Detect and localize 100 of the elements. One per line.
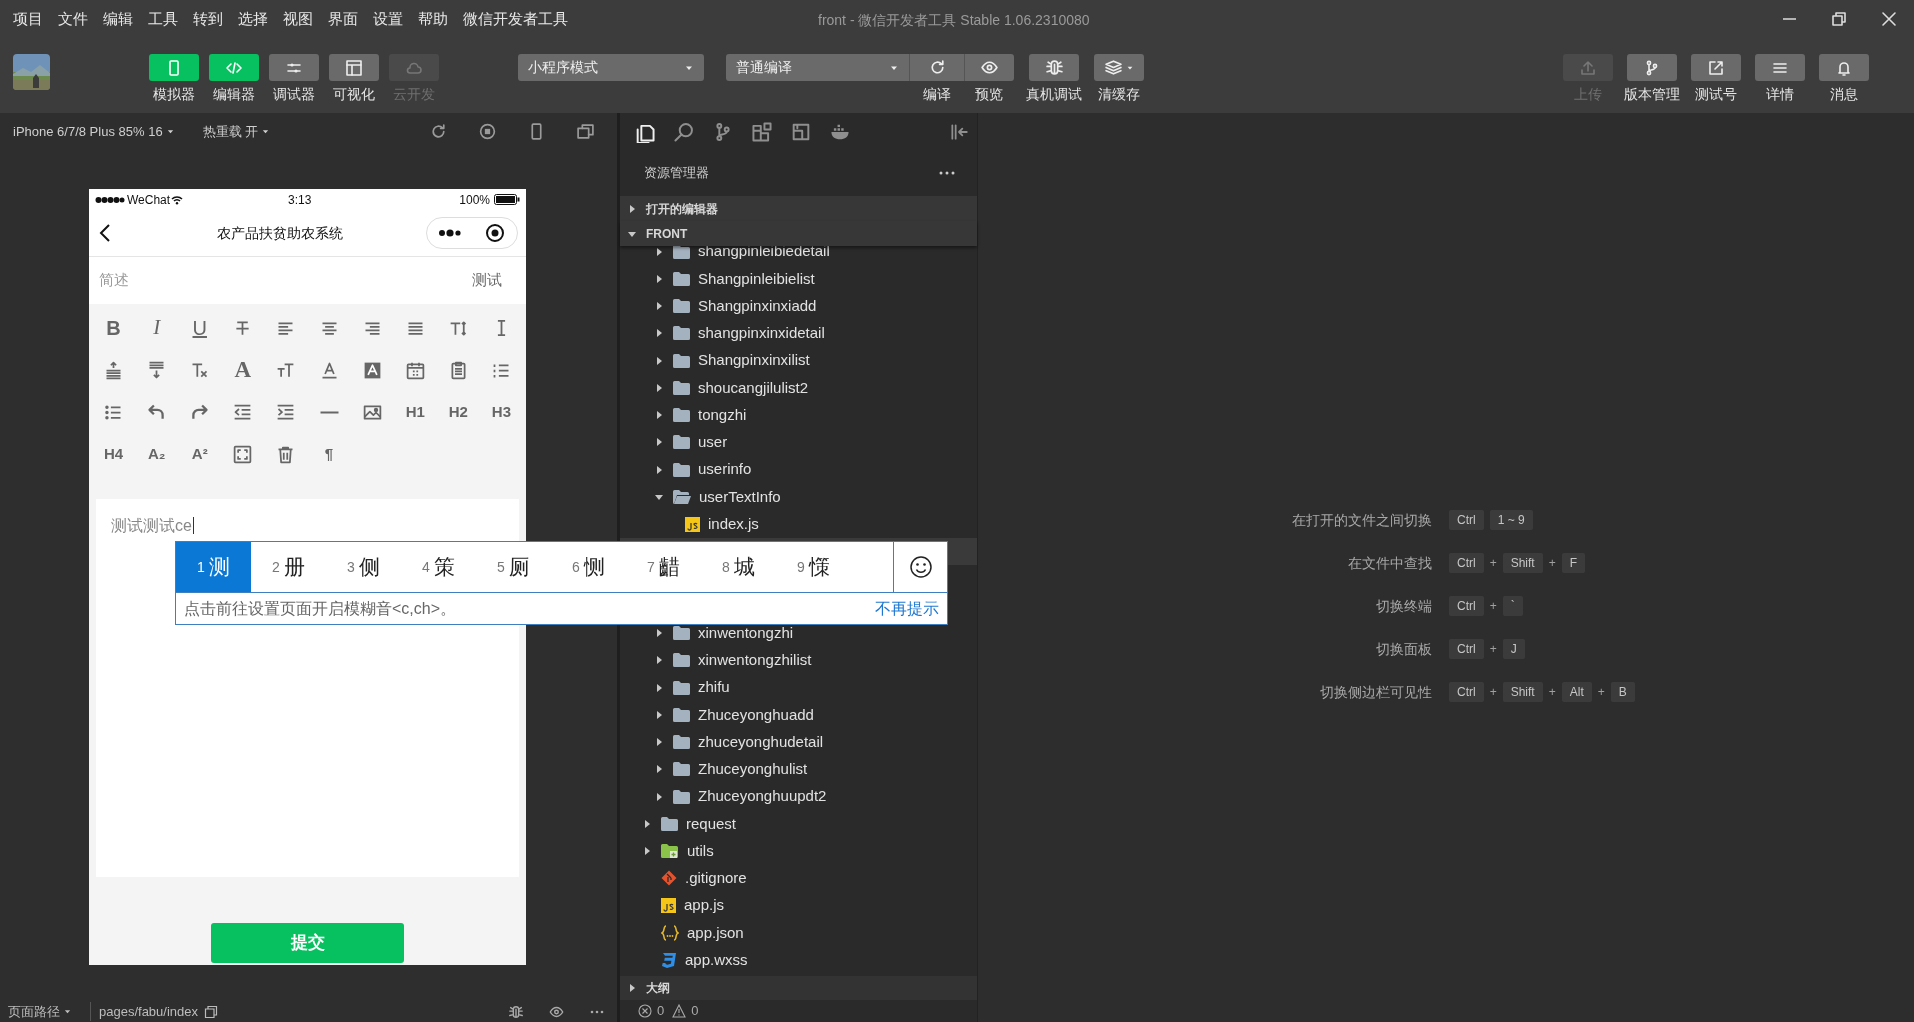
toolbar-button[interactable] (1691, 54, 1741, 81)
close-icon (1880, 10, 1898, 28)
signal-icon (95, 195, 125, 204)
device-dropdown[interactable]: iPhone 6/7/8 Plus 85% 16 (13, 121, 175, 142)
section-header[interactable]: FRONT (620, 221, 977, 246)
windows-icon[interactable] (576, 122, 595, 141)
key-label: Shift (1502, 553, 1543, 573)
menu-item[interactable]: 帮助 (418, 7, 448, 31)
file-tree-item[interactable]: xinwentongzhilist (620, 646, 977, 674)
file-tree-item[interactable]: Shangpinxinxilist (620, 347, 977, 375)
toolbar-button[interactable] (1755, 54, 1805, 81)
file-tree-item[interactable]: tongzhi (620, 401, 977, 429)
file-tree-item[interactable]: Shangpinxinxiadd (620, 292, 977, 320)
toolbar-button[interactable] (964, 54, 1014, 81)
file-tree-item[interactable]: app.js (620, 892, 977, 920)
file-tree-item[interactable]: xinwentongzhi (620, 619, 977, 647)
ime-candidate[interactable]: 9 憡 (776, 542, 851, 592)
menu-item[interactable]: 转到 (193, 7, 223, 31)
file-tree-item[interactable]: userinfo (620, 456, 977, 484)
file-tree-item[interactable]: user (620, 428, 977, 456)
file-tree-item[interactable]: index.js (620, 510, 977, 538)
toolbar-button[interactable] (1029, 54, 1079, 81)
menu-item[interactable]: 视图 (283, 7, 313, 31)
battery-icon (494, 194, 520, 205)
dismiss-link[interactable]: 不再提示 (875, 596, 939, 621)
minimize-icon (1782, 18, 1796, 20)
menu-item[interactable]: 文件 (58, 7, 88, 31)
format-button[interactable]: A (221, 349, 265, 391)
page-path-dropdown[interactable]: 页面路径 (8, 1001, 72, 1022)
menu-item[interactable]: 项目 (13, 7, 43, 31)
refresh-icon[interactable] (429, 122, 448, 141)
extensions-icon[interactable] (751, 120, 773, 143)
layers-icon (1104, 58, 1123, 77)
hot-reload-dropdown[interactable]: 热重载 开 (202, 121, 271, 142)
toolbar-button[interactable] (1094, 54, 1144, 81)
field-label: 简述 (99, 270, 129, 291)
toolbar-button[interactable] (909, 54, 964, 81)
file-tree-item[interactable]: app.json (620, 919, 977, 947)
file-tree-item[interactable]: shangpinxinxidetail (620, 319, 977, 347)
search-icon[interactable] (673, 120, 695, 143)
section-header[interactable]: 大纲 (620, 976, 977, 1000)
file-tree-item[interactable]: Zhuceyonghuadd (620, 701, 977, 729)
toolbar-label: 测试号 (1695, 85, 1737, 104)
folder-icon (673, 626, 690, 641)
copy-icon[interactable] (204, 1004, 219, 1019)
file-tree-item[interactable]: shoucangjilulist2 (620, 374, 977, 402)
format-button[interactable]: A² (178, 433, 222, 475)
compile-dropdown[interactable]: 普通编译 (726, 54, 909, 81)
section-header[interactable]: 打开的编辑器 (620, 196, 977, 221)
menu-item[interactable]: 微信开发者工具 (463, 7, 568, 31)
toolbar-button[interactable] (1627, 54, 1677, 81)
menu-item[interactable]: 界面 (328, 7, 358, 31)
toolbar-button[interactable] (1819, 54, 1869, 81)
format-button[interactable]: I (135, 307, 179, 349)
file-tree-item[interactable]: userTextInfo (620, 483, 977, 511)
mode-button[interactable] (269, 54, 319, 81)
horizontal-rule-icon (319, 410, 339, 414)
folder-icon (673, 326, 690, 341)
ime-candidate[interactable]: 8 城 (701, 542, 776, 592)
file-tree-item[interactable]: zhifu (620, 674, 977, 702)
file-tree-item[interactable]: zhuceyonghudetail (620, 728, 977, 756)
page-path: pages/fabu/index (90, 1001, 199, 1022)
key-label: Ctrl (1449, 596, 1484, 616)
ime-candidate[interactable]: 2 册 (251, 542, 326, 592)
format-button[interactable]: H4 (92, 433, 136, 475)
menu-item[interactable]: 编辑 (103, 7, 133, 31)
bug-icon[interactable] (508, 1003, 524, 1020)
back-icon[interactable] (99, 223, 111, 243)
menu-item[interactable]: 设置 (373, 7, 403, 31)
menu-item[interactable]: 选择 (238, 7, 268, 31)
format-button[interactable]: B (92, 307, 136, 349)
file-tree-item[interactable]: Shangpinleibielist (620, 265, 977, 293)
file-tree-item[interactable]: utils (620, 837, 977, 865)
ime-candidate[interactable]: 7 齰 (626, 542, 701, 592)
ime-candidate[interactable]: 6 恻 (551, 542, 626, 592)
file-tree-item[interactable]: app.wxss (620, 946, 977, 974)
mode-label: 调试器 (273, 85, 315, 104)
collapse-icon[interactable] (949, 121, 969, 142)
menu-item[interactable]: 工具 (148, 7, 178, 31)
format-button[interactable]: H2 (436, 391, 480, 433)
file-tree-item[interactable]: shangpinleibiedetail (620, 246, 977, 266)
plus-sign: + (1489, 555, 1497, 572)
file-tree-item[interactable]: request (620, 810, 977, 838)
format-button[interactable]: H3 (479, 391, 523, 433)
ime-candidate[interactable]: 3 侧 (326, 542, 401, 592)
folder-icon (673, 789, 690, 804)
more-icon[interactable] (939, 171, 955, 175)
format-button[interactable]: H1 (393, 391, 437, 433)
file-tree-item[interactable]: Zhuceyonghulist (620, 755, 977, 783)
mode-dropdown[interactable]: 小程序模式 (518, 54, 704, 81)
mode-button[interactable] (329, 54, 379, 81)
format-button[interactable]: U (178, 307, 222, 349)
ime-candidate[interactable]: 4 策 (401, 542, 476, 592)
stop-icon[interactable] (478, 122, 497, 141)
file-tree-item[interactable]: Zhuceyonghuupdt2 (620, 783, 977, 811)
format-button[interactable]: A₂ (135, 433, 179, 475)
file-tree-item[interactable]: .gitignore (620, 864, 977, 892)
format-button[interactable]: ¶ (307, 433, 351, 475)
ime-candidate[interactable]: 1 测 (176, 542, 251, 592)
panel-title: 资源管理器 (644, 164, 709, 183)
